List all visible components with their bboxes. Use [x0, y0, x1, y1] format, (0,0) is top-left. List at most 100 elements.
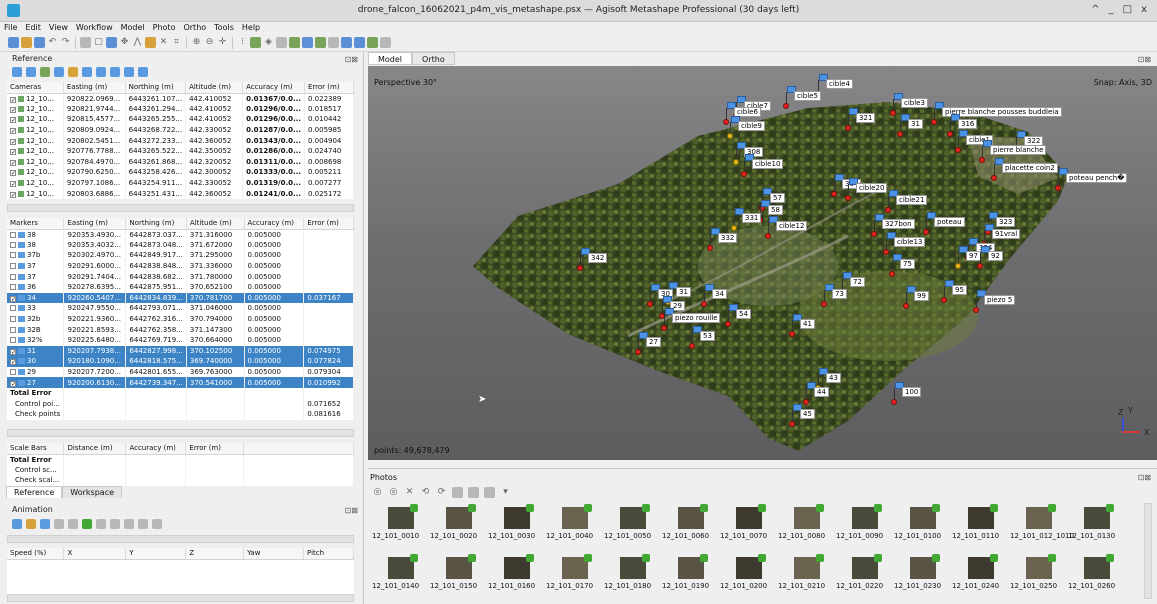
show-region-icon[interactable] [276, 37, 287, 48]
disable-icon[interactable]: ◎ [388, 487, 399, 498]
column-header[interactable]: Altitude (m) [186, 218, 245, 230]
export-icon[interactable] [26, 67, 36, 77]
camera-checkbox[interactable] [10, 170, 16, 177]
marker-row[interactable]: 36 920278.6395... 6442875.951... 370.652100… [7, 281, 354, 293]
camera-name-cell[interactable]: 12_10... [7, 156, 64, 168]
reset-view-icon[interactable]: ✛ [217, 37, 228, 48]
marker-row[interactable]: 29 920207.7200... 6442801.655... 369.763000… [7, 366, 354, 378]
open-folder-icon[interactable] [21, 37, 32, 48]
view-estimated-icon[interactable] [96, 67, 106, 77]
redo-icon[interactable]: ↷ [60, 37, 71, 48]
photo-thumbnail[interactable]: 12_101_0260 [1068, 553, 1125, 593]
model-viewport[interactable]: Perspective 30° Snap: Axis, 3D points: 4… [368, 66, 1157, 460]
marker-row[interactable]: 32b 920221.9360... 6442762.316... 370.79400… [7, 313, 354, 325]
photo-thumbnail[interactable]: 12_101_0130 [1068, 503, 1125, 543]
marker-name-cell[interactable]: 37b [7, 250, 65, 261]
import-icon[interactable] [12, 67, 22, 77]
photo-thumbnail[interactable]: 12_101_0210 [778, 553, 835, 593]
marker-checkbox[interactable] [10, 316, 16, 323]
menu-file[interactable]: File [0, 22, 21, 34]
column-header[interactable]: Pitch [303, 548, 354, 560]
crop-selection-icon[interactable]: ⌗ [171, 37, 182, 48]
cameras-horizontal-scrollbar[interactable] [7, 204, 354, 212]
photo-thumbnail[interactable]: 12_101_0110 [952, 503, 1009, 543]
update-icon[interactable] [68, 67, 78, 77]
column-header[interactable]: Yaw [243, 548, 305, 560]
marker-checkbox[interactable] [10, 305, 16, 312]
camera-track-icon[interactable] [138, 519, 148, 529]
photo-thumbnail[interactable]: 12_101_0170 [546, 553, 603, 593]
camera-row[interactable]: 12_10... 920776.7788...6443265.522...442.… [7, 145, 355, 157]
panel-float-close-icon[interactable]: ⊡⊠ [345, 54, 358, 65]
panel-float-close-icon[interactable]: ⊡⊠ [1138, 55, 1151, 64]
settings-icon[interactable] [138, 67, 148, 77]
marker-checkbox[interactable] [10, 295, 16, 302]
column-header[interactable]: Distance (m) [63, 443, 127, 455]
zoom-out-icon[interactable]: ⊖ [204, 37, 215, 48]
column-header[interactable]: Markers [7, 218, 65, 230]
column-header[interactable]: Speed (%) [7, 548, 65, 560]
photo-thumbnail[interactable]: 12_101_0070 [720, 503, 777, 543]
marker-row[interactable]: 32B 920221.8593... 6442762.358... 371.14730… [7, 324, 354, 335]
camera-row[interactable]: 12_10... 920815.4577...6443265.255...442.… [7, 114, 355, 125]
marker-checkbox[interactable] [10, 241, 16, 248]
camera-name-cell[interactable]: 12_10... [7, 167, 64, 178]
camera-row[interactable]: 12_10... 920822.0969...6443261.107...442.… [7, 93, 355, 104]
camera-row[interactable]: 12_10... 920790.6250...6443258.426...442.… [7, 167, 355, 178]
column-header[interactable]: Altitude (m) [185, 82, 244, 94]
rectangle-select-icon[interactable]: ▢ [93, 37, 104, 48]
enable-icon[interactable]: ◎ [372, 487, 383, 498]
photo-thumbnail[interactable]: 12_101_0080 [778, 503, 835, 543]
sort-icon[interactable] [484, 487, 495, 498]
view-options-icon[interactable]: ▾ [500, 487, 511, 498]
photo-thumbnail[interactable]: 12_101_0250 [1010, 553, 1067, 593]
marker-name-cell[interactable]: 32b [7, 313, 65, 325]
camera-checkbox[interactable] [10, 138, 16, 145]
marker-checkbox[interactable] [10, 231, 16, 238]
move-region-icon[interactable]: ✥ [119, 37, 130, 48]
marker-row[interactable]: 37 920291.7404... 6442838.682... 371.780000… [7, 271, 354, 282]
move-object-icon[interactable] [106, 37, 117, 48]
navigation-icon[interactable] [80, 37, 91, 48]
tab-reference[interactable]: Reference [6, 486, 63, 498]
marker-checkbox[interactable] [10, 252, 16, 259]
optimize-icon[interactable] [54, 67, 64, 77]
view-mode-icon[interactable]: ⁝ [237, 37, 248, 48]
marker-name-cell[interactable]: 38 [7, 229, 65, 240]
rotate-left-icon[interactable]: ⟲ [420, 487, 431, 498]
photo-thumbnail[interactable]: 12_101_0140 [372, 553, 429, 593]
photo-thumbnail[interactable]: 12_101_0240 [952, 553, 1009, 593]
marker-checkbox[interactable] [10, 380, 16, 387]
column-header[interactable]: Error (m) [303, 218, 354, 230]
remove-icon[interactable]: ✕ [404, 487, 415, 498]
minimize-button[interactable]: _ [1109, 4, 1114, 15]
save-icon[interactable] [34, 37, 45, 48]
column-header[interactable]: Northing (m) [125, 82, 187, 94]
marker-checkbox[interactable] [10, 326, 16, 333]
marker-name-cell[interactable]: 32% [7, 334, 65, 346]
photo-thumbnail[interactable]: 12_101_0100 [894, 503, 951, 543]
camera-name-cell[interactable]: 12_10... [7, 93, 64, 104]
zoom-in-icon[interactable]: ⊕ [191, 37, 202, 48]
add-keyframe-icon[interactable] [82, 519, 92, 529]
details-view-icon[interactable] [468, 487, 479, 498]
collapse-button[interactable]: ^ [1091, 4, 1099, 15]
marker-row[interactable]: 32% 920225.6480... 6442769.719... 370.66400… [7, 334, 354, 346]
print-icon[interactable] [380, 37, 391, 48]
thumbnail-view-icon[interactable] [452, 487, 463, 498]
layers-icon[interactable] [328, 37, 339, 48]
markers-horizontal-scrollbar[interactable] [7, 429, 354, 437]
photos-vertical-scrollbar[interactable] [1144, 503, 1152, 599]
play-icon[interactable] [68, 519, 78, 529]
photo-thumbnail[interactable]: 12_101_0230 [894, 553, 951, 593]
close-button[interactable]: x [1141, 4, 1147, 15]
view-source-icon[interactable] [82, 67, 92, 77]
tab-workspace[interactable]: Workspace [62, 486, 123, 498]
menu-model[interactable]: Model [117, 22, 149, 34]
menu-ortho[interactable]: Ortho [179, 22, 210, 34]
flag-icon[interactable] [354, 37, 365, 48]
marker-checkbox[interactable] [10, 284, 16, 291]
show-markers-icon[interactable] [289, 37, 300, 48]
marker-checkbox[interactable] [10, 337, 16, 344]
camera-checkbox[interactable] [10, 149, 16, 156]
